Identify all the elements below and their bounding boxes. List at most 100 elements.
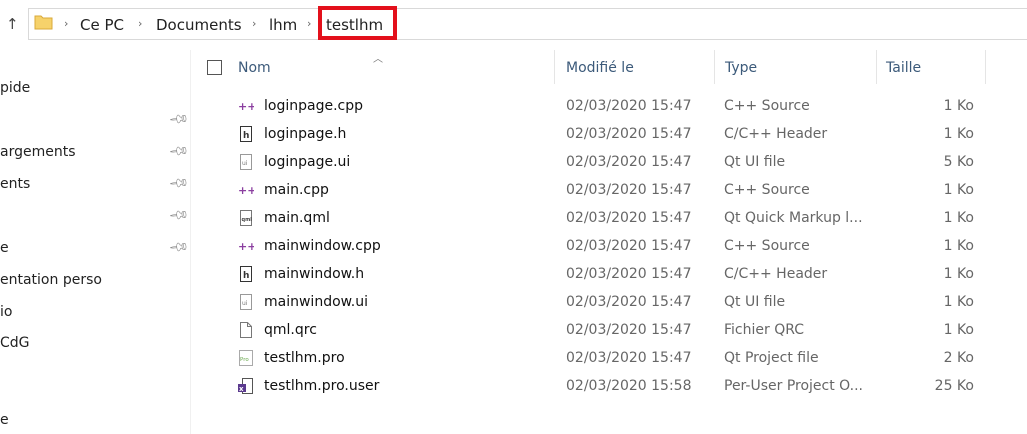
svg-text:++: ++ [238,184,254,197]
up-arrow-icon[interactable]: ↑ [6,14,20,34]
file-modified: 02/03/2020 15:47 [566,182,692,198]
sidebar-item-quick-access[interactable]: pide [0,79,30,97]
folder-icon [34,14,53,30]
sort-ascending-icon: ︿ [373,54,383,65]
file-type: C/C++ Header [724,126,828,142]
sidebar-item-folder[interactable]: io [0,303,12,321]
header-icon: h [238,126,254,142]
highlight-box [318,6,397,40]
file-size: 1 Ko [943,98,974,114]
cpp-icon: ++ [238,182,256,198]
column-divider[interactable] [876,50,877,84]
file-icon [238,322,254,338]
file-name[interactable]: mainwindow.h [264,260,364,288]
file-type: Fichier QRC [724,322,805,338]
file-row[interactable]: ui mainwindow.ui 02/03/2020 15:47 Qt UI fil… [200,288,1027,316]
svg-text:ui: ui [242,160,248,167]
file-size: 1 Ko [943,322,974,338]
file-name[interactable]: qml.qrc [264,316,317,344]
file-name[interactable]: testlhm.pro [264,344,345,372]
file-size: 25 Ko [934,378,974,394]
pin-icon[interactable]: 📌︎ [167,109,189,132]
file-type: C++ Source [724,98,810,114]
file-name[interactable]: mainwindow.ui [264,288,368,316]
file-row[interactable]: h mainwindow.h 02/03/2020 15:47 C/C++ Heade… [200,260,1027,288]
file-type: Qt UI file [724,294,786,310]
svg-text:x: x [239,385,244,393]
file-row[interactable]: h loginpage.h 02/03/2020 15:47 C/C++ Header… [200,120,1027,148]
file-size: 1 Ko [943,266,974,282]
cpp-icon: ++ [238,238,256,254]
file-row[interactable]: ++ mainwindow.cpp 02/03/2020 15:47 C++ Sour… [200,232,1027,260]
column-divider[interactable] [985,50,986,84]
pin-icon[interactable]: 📌︎ [167,205,189,228]
file-name[interactable]: testlhm.pro.user [264,372,379,400]
address-bar: ↑ › Ce PC › Documents › lhm › testlhm [0,0,1027,50]
breadcrumb-item-ce-pc[interactable]: Ce PC [80,15,124,35]
file-size: 1 Ko [943,126,974,142]
file-row[interactable]: qml.qrc 02/03/2020 15:47 Fichier QRC 1 Ko [200,316,1027,344]
ui-icon: ui [238,294,254,310]
breadcrumb-item-documents[interactable]: Documents [156,15,242,35]
qml-icon: qml [238,210,254,226]
sidebar-item-downloads[interactable]: argements [0,143,76,161]
file-modified: 02/03/2020 15:47 [566,210,692,226]
svg-text:qml: qml [242,217,253,223]
file-size: 1 Ko [943,294,974,310]
column-header-modified[interactable]: Modifié le [566,58,634,78]
pin-icon[interactable]: 📌︎ [167,141,189,164]
sidebar-item-pictures[interactable]: e [0,239,9,257]
file-modified: 02/03/2020 15:47 [566,238,692,254]
select-all-checkbox[interactable] [207,60,222,75]
svg-text:ui: ui [242,300,248,307]
file-row[interactable]: ++ main.cpp 02/03/2020 15:47 C++ Source 1 Ko [200,176,1027,204]
file-modified: 02/03/2020 15:47 [566,126,692,142]
file-modified: 02/03/2020 15:47 [566,322,692,338]
file-size: 1 Ko [943,210,974,226]
breadcrumb-separator: › [307,17,312,30]
column-header-name[interactable]: Nom [238,58,271,78]
file-name[interactable]: main.qml [264,204,330,232]
header-icon: h [238,266,254,282]
file-name[interactable]: loginpage.cpp [264,92,363,120]
file-size: 2 Ko [943,350,974,366]
file-name[interactable]: mainwindow.cpp [264,232,381,260]
sidebar-item-documentation[interactable]: entation perso [0,271,102,289]
column-divider[interactable] [714,50,715,84]
file-type: C++ Source [724,182,810,198]
pin-icon[interactable]: 📌︎ [167,237,189,260]
svg-text:h: h [243,271,249,281]
file-type: Qt UI file [724,154,786,170]
file-name[interactable]: loginpage.ui [264,148,350,176]
file-modified: 02/03/2020 15:58 [566,378,692,394]
file-modified: 02/03/2020 15:47 [566,266,692,282]
column-header-size[interactable]: Taille [886,58,921,78]
file-row[interactable]: Pro testlhm.pro 02/03/2020 15:47 Qt Project… [200,344,1027,372]
sidebar-item-documents[interactable]: ents [0,175,30,193]
file-row[interactable]: ++ loginpage.cpp 02/03/2020 15:47 C++ Sourc… [200,92,1027,120]
column-header-type[interactable]: Type [725,58,757,78]
file-name[interactable]: loginpage.h [264,120,346,148]
breadcrumb-separator: › [64,17,69,30]
breadcrumb-item-lhm[interactable]: lhm [269,15,297,35]
pane-divider [190,50,191,434]
file-size: 1 Ko [943,238,974,254]
file-row[interactable]: qml main.qml 02/03/2020 15:47 Qt Quick Mark… [200,204,1027,232]
breadcrumb-separator: › [252,17,257,30]
file-type: C++ Source [724,238,810,254]
file-modified: 02/03/2020 15:47 [566,350,692,366]
sidebar-item-cdg[interactable]: CdG [0,334,30,352]
pro-icon: Pro [238,350,254,366]
sidebar-item-drive[interactable]: e [0,411,9,429]
file-row[interactable]: x testlhm.pro.user 02/03/2020 15:58 Per-Use… [200,372,1027,400]
svg-text:++: ++ [238,240,254,253]
file-size: 1 Ko [943,182,974,198]
column-divider[interactable] [554,50,555,84]
file-name[interactable]: main.cpp [264,176,329,204]
file-type: Qt Quick Markup l... [724,210,863,226]
svg-text:h: h [243,131,249,141]
svg-text:Pro: Pro [240,357,249,363]
file-type: Per-User Project O... [724,378,863,394]
pin-icon[interactable]: 📌︎ [167,173,189,196]
file-row[interactable]: ui loginpage.ui 02/03/2020 15:47 Qt UI file… [200,148,1027,176]
